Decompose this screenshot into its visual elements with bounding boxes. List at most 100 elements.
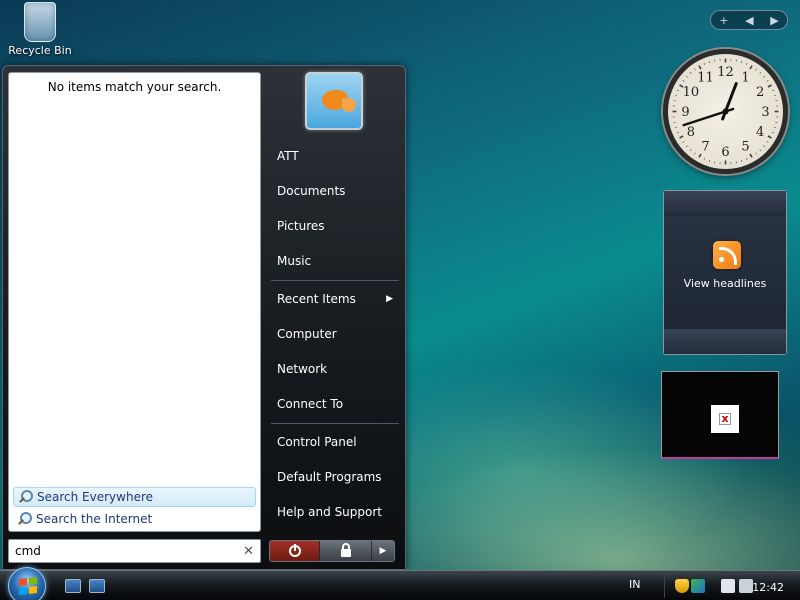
clock-numeral: 6	[721, 145, 729, 160]
search-internet-link[interactable]: Search the Internet	[13, 509, 256, 529]
menu-item-documents[interactable]: Documents	[277, 181, 397, 201]
clock-tick	[749, 153, 753, 158]
clock-tick	[773, 126, 776, 129]
rss-icon	[713, 241, 741, 269]
clock-tick	[740, 159, 743, 162]
clock-tick	[694, 152, 696, 155]
network-disconnected-icon[interactable]	[721, 579, 735, 593]
windows-logo-icon	[19, 577, 37, 595]
menu-item-user[interactable]: ATT	[277, 146, 397, 166]
clock-tick	[740, 61, 743, 64]
lock-icon	[340, 543, 351, 557]
search-everywhere-label: Search Everywhere	[37, 490, 153, 504]
next-gadget-button[interactable]: ▶	[770, 14, 778, 27]
submenu-arrow-icon: ▶	[386, 294, 393, 304]
clock-tick	[689, 149, 692, 152]
clock-tick	[676, 131, 680, 134]
clock-tick	[767, 84, 772, 88]
clear-search-icon[interactable]: ✕	[243, 544, 254, 559]
clock-numeral: 9	[681, 105, 689, 120]
feed-headlines-gadget[interactable]: View headlines	[663, 190, 787, 355]
menu-item-network[interactable]: Network	[277, 359, 397, 379]
clock-tick	[675, 126, 678, 129]
clock-tick	[698, 65, 702, 70]
menu-item-music[interactable]: Music	[277, 251, 397, 271]
clock-tick	[689, 71, 692, 74]
clock-tick	[703, 62, 706, 66]
clock-tick	[767, 135, 772, 139]
add-gadget-button[interactable]: +	[719, 14, 728, 27]
clock-tick	[773, 94, 776, 97]
network-status-icon[interactable]	[691, 579, 705, 593]
sidebar-controls: + ◀ ▶	[710, 10, 788, 30]
recycle-bin-label: Recycle Bin	[8, 44, 72, 57]
clock-tick	[685, 75, 688, 78]
clock-numeral: 2	[756, 85, 764, 100]
clock-tick	[763, 145, 766, 148]
feed-footer-band	[664, 329, 786, 354]
clock-tick	[745, 157, 748, 161]
power-button[interactable]	[270, 541, 320, 561]
clock-tick	[708, 61, 711, 64]
show-desktop-icon[interactable]	[65, 579, 81, 593]
power-controls: ▶	[269, 540, 395, 562]
search-icon	[17, 512, 32, 526]
clock-numeral: 10	[683, 85, 700, 100]
clock-tick	[679, 135, 684, 139]
power-icon	[288, 544, 301, 557]
menu-item-connect-to[interactable]: Connect To	[277, 394, 397, 414]
prev-gadget-button[interactable]: ◀	[745, 14, 753, 27]
clock-tick	[749, 65, 753, 70]
clock-numeral: 1	[741, 70, 749, 85]
start-search-input[interactable]	[15, 544, 244, 558]
clock-numeral: 8	[687, 125, 695, 140]
clock-numeral: 3	[761, 105, 769, 120]
view-headlines-link[interactable]: View headlines	[664, 277, 786, 290]
broken-gadget[interactable]: x	[661, 371, 779, 459]
clock-tick	[708, 159, 711, 162]
broken-image-icon: x	[711, 405, 739, 433]
clock-tick	[771, 131, 775, 134]
search-internet-label: Search the Internet	[36, 512, 153, 526]
clock-tick	[675, 94, 678, 97]
security-shield-icon[interactable]	[675, 579, 689, 593]
language-indicator[interactable]: IN	[629, 578, 640, 591]
clock-numeral: 12	[717, 65, 734, 80]
lock-button[interactable]	[320, 541, 372, 561]
clock-face: 12 12 3 45678 9 1011	[672, 58, 779, 165]
menu-item-recent-items[interactable]: Recent Items ▶	[277, 289, 397, 309]
clock-tick	[755, 152, 757, 155]
menu-divider	[271, 423, 399, 424]
menu-item-control-panel[interactable]: Control Panel	[277, 432, 397, 452]
clock-tick	[676, 89, 680, 92]
shutdown-options-button[interactable]: ▶	[372, 541, 394, 561]
search-everywhere-link[interactable]: Search Everywhere	[13, 487, 256, 507]
clock-tick	[745, 62, 748, 66]
switch-windows-icon[interactable]	[89, 579, 105, 593]
user-picture[interactable]	[305, 72, 363, 130]
start-button[interactable]	[8, 567, 46, 600]
menu-item-pictures[interactable]: Pictures	[277, 216, 397, 236]
taskbar: IN 12:42	[0, 567, 800, 600]
clock-time[interactable]: 12:42	[752, 581, 784, 594]
clock-numeral: 11	[697, 70, 714, 85]
menu-item-help-support[interactable]: Help and Support	[277, 502, 397, 522]
goldfish-icon	[322, 90, 356, 112]
clock-tick	[694, 68, 696, 71]
clock-tick	[759, 71, 762, 74]
volume-muted-icon[interactable]	[739, 579, 753, 593]
clock-tick	[763, 75, 766, 78]
menu-item-computer[interactable]: Computer	[277, 324, 397, 344]
start-menu: No items match your search. Search Every…	[2, 65, 406, 570]
start-search-box[interactable]: ✕	[8, 539, 261, 563]
recycle-bin-icon[interactable]: Recycle Bin	[4, 2, 76, 57]
search-results-pane: No items match your search. Search Every…	[8, 72, 261, 532]
search-icon	[18, 490, 33, 504]
clock-gadget[interactable]: 12 1 2 3 4 5 6 7 8 9 10 11	[663, 49, 788, 174]
trash-icon	[24, 2, 56, 42]
clock-tick	[766, 141, 769, 143]
menu-item-default-programs[interactable]: Default Programs	[277, 467, 397, 487]
chevron-right-icon: ▶	[379, 546, 387, 556]
clock-tick	[759, 149, 762, 152]
feed-header-band	[664, 191, 786, 216]
